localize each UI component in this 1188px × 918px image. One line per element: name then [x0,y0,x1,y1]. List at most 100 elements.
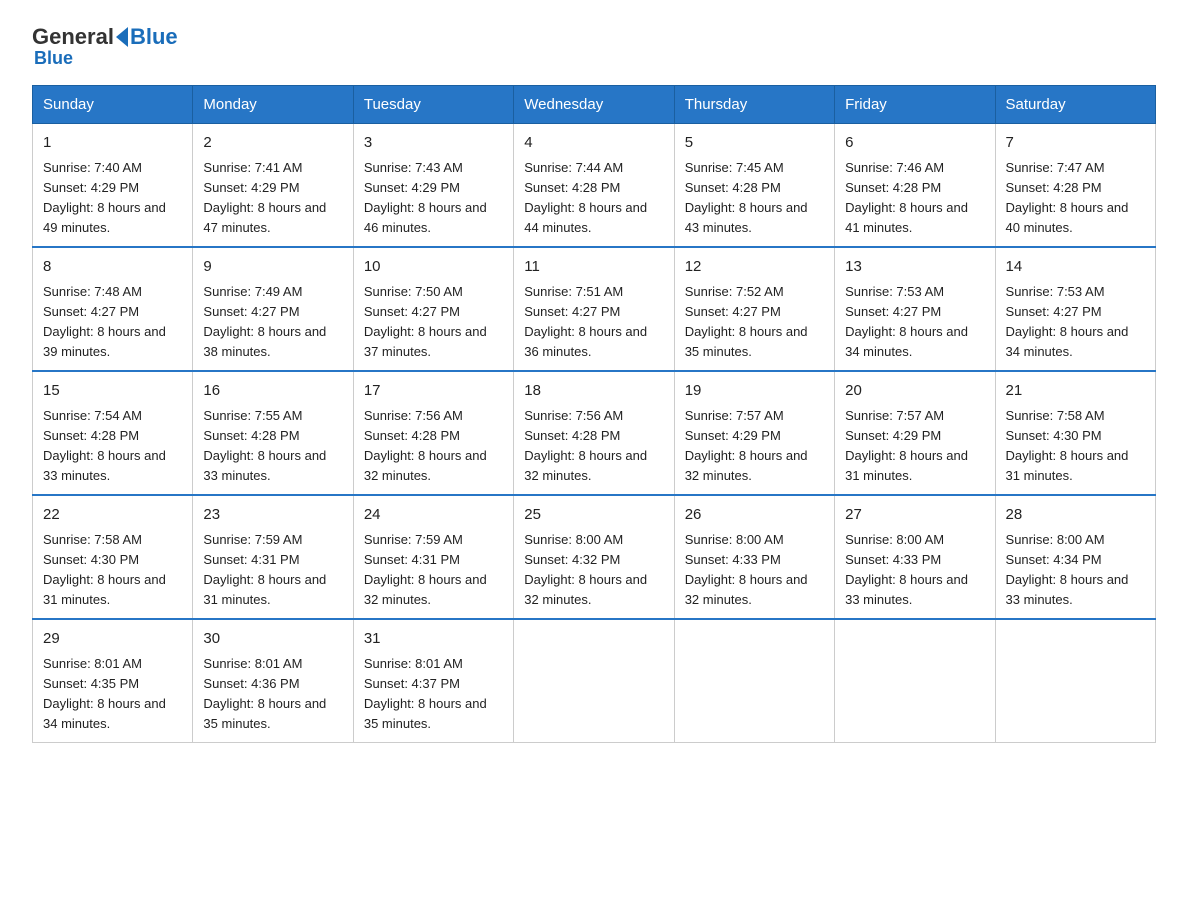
day-info: Sunrise: 7:57 AMSunset: 4:29 PMDaylight:… [845,408,968,483]
day-info: Sunrise: 8:01 AMSunset: 4:37 PMDaylight:… [364,656,487,731]
day-number: 2 [203,132,342,155]
calendar-cell: 17Sunrise: 7:56 AMSunset: 4:28 PMDayligh… [353,371,513,495]
day-number: 6 [845,132,984,155]
day-info: Sunrise: 7:44 AMSunset: 4:28 PMDaylight:… [524,160,647,235]
day-info: Sunrise: 7:40 AMSunset: 4:29 PMDaylight:… [43,160,166,235]
calendar-cell: 6 Sunrise: 7:46 AMSunset: 4:28 PMDaylight… [835,124,995,248]
day-info: Sunrise: 7:53 AMSunset: 4:27 PMDaylight:… [845,284,968,359]
day-number: 31 [364,628,503,651]
day-info: Sunrise: 7:52 AMSunset: 4:27 PMDaylight:… [685,284,808,359]
day-number: 26 [685,504,824,527]
calendar-cell: 27Sunrise: 8:00 AMSunset: 4:33 PMDayligh… [835,495,995,619]
day-number: 4 [524,132,663,155]
calendar-cell: 19 Sunrise: 7:57 AMSunset: 4:29 PMDayligh… [674,371,834,495]
calendar-cell: 15Sunrise: 7:54 AMSunset: 4:28 PMDayligh… [33,371,193,495]
day-number: 1 [43,132,182,155]
day-info: Sunrise: 7:56 AMSunset: 4:28 PMDaylight:… [524,408,647,483]
day-info: Sunrise: 7:57 AMSunset: 4:29 PMDaylight:… [685,408,808,483]
calendar-week-row: 8Sunrise: 7:48 AMSunset: 4:27 PMDaylight… [33,247,1156,371]
weekday-header-row: SundayMondayTuesdayWednesdayThursdayFrid… [33,86,1156,124]
day-number: 7 [1006,132,1145,155]
logo-blue-text: Blue [130,24,178,50]
day-info: Sunrise: 8:01 AMSunset: 4:35 PMDaylight:… [43,656,166,731]
day-number: 23 [203,504,342,527]
calendar-cell: 30 Sunrise: 8:01 AMSunset: 4:36 PMDayligh… [193,619,353,743]
day-number: 25 [524,504,663,527]
calendar-cell: 21 Sunrise: 7:58 AMSunset: 4:30 PMDayligh… [995,371,1155,495]
calendar-week-row: 15Sunrise: 7:54 AMSunset: 4:28 PMDayligh… [33,371,1156,495]
day-number: 17 [364,380,503,403]
weekday-header-tuesday: Tuesday [353,86,513,124]
day-info: Sunrise: 8:01 AMSunset: 4:36 PMDaylight:… [203,656,326,731]
weekday-header-thursday: Thursday [674,86,834,124]
calendar-cell: 23 Sunrise: 7:59 AMSunset: 4:31 PMDayligh… [193,495,353,619]
day-info: Sunrise: 7:48 AMSunset: 4:27 PMDaylight:… [43,284,166,359]
calendar-cell: 1 Sunrise: 7:40 AMSunset: 4:29 PMDaylight… [33,124,193,248]
calendar-cell: 12 Sunrise: 7:52 AMSunset: 4:27 PMDayligh… [674,247,834,371]
day-number: 30 [203,628,342,651]
calendar-week-row: 22 Sunrise: 7:58 AMSunset: 4:30 PMDayligh… [33,495,1156,619]
calendar-cell: 29 Sunrise: 8:01 AMSunset: 4:35 PMDayligh… [33,619,193,743]
calendar-cell: 28 Sunrise: 8:00 AMSunset: 4:34 PMDayligh… [995,495,1155,619]
day-info: Sunrise: 8:00 AMSunset: 4:34 PMDaylight:… [1006,532,1129,607]
day-number: 22 [43,504,182,527]
day-number: 13 [845,256,984,279]
calendar-cell: 4 Sunrise: 7:44 AMSunset: 4:28 PMDaylight… [514,124,674,248]
day-info: Sunrise: 7:46 AMSunset: 4:28 PMDaylight:… [845,160,968,235]
day-info: Sunrise: 7:45 AMSunset: 4:28 PMDaylight:… [685,160,808,235]
logo: General Blue Blue [32,24,178,69]
calendar-table: SundayMondayTuesdayWednesdayThursdayFrid… [32,85,1156,743]
day-number: 29 [43,628,182,651]
day-number: 28 [1006,504,1145,527]
calendar-cell: 31 Sunrise: 8:01 AMSunset: 4:37 PMDayligh… [353,619,513,743]
day-number: 14 [1006,256,1145,279]
day-number: 11 [524,256,663,279]
calendar-cell: 18Sunrise: 7:56 AMSunset: 4:28 PMDayligh… [514,371,674,495]
page-header: General Blue Blue [32,24,1156,69]
calendar-cell: 3 Sunrise: 7:43 AMSunset: 4:29 PMDaylight… [353,124,513,248]
day-number: 21 [1006,380,1145,403]
calendar-cell: 26 Sunrise: 8:00 AMSunset: 4:33 PMDayligh… [674,495,834,619]
day-number: 24 [364,504,503,527]
calendar-cell: 24 Sunrise: 7:59 AMSunset: 4:31 PMDayligh… [353,495,513,619]
day-number: 10 [364,256,503,279]
calendar-cell [514,619,674,743]
day-number: 12 [685,256,824,279]
calendar-cell [835,619,995,743]
calendar-cell: 14 Sunrise: 7:53 AMSunset: 4:27 PMDayligh… [995,247,1155,371]
day-info: Sunrise: 8:00 AMSunset: 4:33 PMDaylight:… [685,532,808,607]
calendar-cell: 8Sunrise: 7:48 AMSunset: 4:27 PMDaylight… [33,247,193,371]
day-info: Sunrise: 7:43 AMSunset: 4:29 PMDaylight:… [364,160,487,235]
day-info: Sunrise: 7:59 AMSunset: 4:31 PMDaylight:… [364,532,487,607]
day-info: Sunrise: 7:58 AMSunset: 4:30 PMDaylight:… [43,532,166,607]
day-info: Sunrise: 7:50 AMSunset: 4:27 PMDaylight:… [364,284,487,359]
calendar-cell: 10 Sunrise: 7:50 AMSunset: 4:27 PMDayligh… [353,247,513,371]
day-number: 3 [364,132,503,155]
weekday-header-friday: Friday [835,86,995,124]
calendar-cell: 2 Sunrise: 7:41 AMSunset: 4:29 PMDaylight… [193,124,353,248]
calendar-cell [995,619,1155,743]
calendar-cell: 5Sunrise: 7:45 AMSunset: 4:28 PMDaylight… [674,124,834,248]
calendar-week-row: 29 Sunrise: 8:01 AMSunset: 4:35 PMDayligh… [33,619,1156,743]
day-info: Sunrise: 8:00 AMSunset: 4:32 PMDaylight:… [524,532,647,607]
calendar-week-row: 1 Sunrise: 7:40 AMSunset: 4:29 PMDaylight… [33,124,1156,248]
day-number: 9 [203,256,342,279]
day-number: 15 [43,380,182,403]
weekday-header-saturday: Saturday [995,86,1155,124]
calendar-cell: 13 Sunrise: 7:53 AMSunset: 4:27 PMDayligh… [835,247,995,371]
calendar-cell: 7Sunrise: 7:47 AMSunset: 4:28 PMDaylight… [995,124,1155,248]
calendar-cell: 11 Sunrise: 7:51 AMSunset: 4:27 PMDayligh… [514,247,674,371]
day-number: 20 [845,380,984,403]
day-number: 19 [685,380,824,403]
calendar-cell [674,619,834,743]
day-info: Sunrise: 7:51 AMSunset: 4:27 PMDaylight:… [524,284,647,359]
calendar-cell: 16Sunrise: 7:55 AMSunset: 4:28 PMDayligh… [193,371,353,495]
calendar-cell: 25 Sunrise: 8:00 AMSunset: 4:32 PMDayligh… [514,495,674,619]
day-info: Sunrise: 7:58 AMSunset: 4:30 PMDaylight:… [1006,408,1129,483]
day-info: Sunrise: 7:41 AMSunset: 4:29 PMDaylight:… [203,160,326,235]
day-info: Sunrise: 7:59 AMSunset: 4:31 PMDaylight:… [203,532,326,607]
day-info: Sunrise: 8:00 AMSunset: 4:33 PMDaylight:… [845,532,968,607]
calendar-cell: 22 Sunrise: 7:58 AMSunset: 4:30 PMDayligh… [33,495,193,619]
day-info: Sunrise: 7:53 AMSunset: 4:27 PMDaylight:… [1006,284,1129,359]
weekday-header-wednesday: Wednesday [514,86,674,124]
